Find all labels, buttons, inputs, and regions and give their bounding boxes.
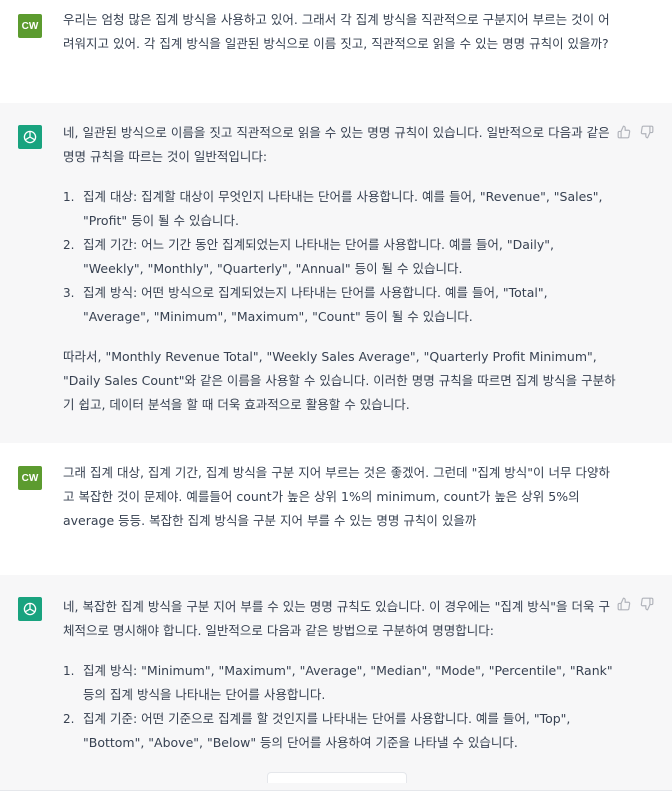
message-text: 우리는 엄청 많은 집계 방식을 사용하고 있어. 그래서 각 집계 방식을 직… bbox=[63, 8, 618, 56]
thumbs-down-icon[interactable] bbox=[640, 597, 654, 611]
message-text: 네, 복잡한 집계 방식을 구분 지어 부를 수 있는 명명 규칙도 있습니다.… bbox=[63, 595, 618, 755]
message-text: 네, 일관된 방식으로 이름을 짓고 직관적으로 읽을 수 있는 명명 규칙이 … bbox=[63, 121, 618, 417]
message-assistant-1: 네, 일관된 방식으로 이름을 짓고 직관적으로 읽을 수 있는 명명 규칙이 … bbox=[0, 103, 672, 444]
message-assistant-2: 네, 복잡한 집계 방식을 구분 지어 부를 수 있는 명명 규칙도 있습니다.… bbox=[0, 575, 672, 791]
intro-paragraph: 네, 일관된 방식으로 이름을 짓고 직관적으로 읽을 수 있는 명명 규칙이 … bbox=[63, 125, 610, 164]
message-user-2: CW 그래 집계 대상, 집계 기간, 집계 방식을 구분 지어 부르는 것은 … bbox=[0, 443, 672, 576]
user-avatar: CW bbox=[18, 14, 42, 38]
numbered-list: 1. 집계 대상: 집계할 대상이 무엇인지 나타내는 단어를 사용합니다. 예를… bbox=[63, 185, 618, 329]
list-item: 2. 집계 기준: 어떤 기준으로 집계를 할 것인지를 나타내는 단어를 사용합… bbox=[63, 711, 571, 750]
thumbs-down-icon[interactable] bbox=[640, 125, 654, 139]
message-paragraph: 우리는 엄청 많은 집계 방식을 사용하고 있어. 그래서 각 집계 방식을 직… bbox=[63, 12, 610, 51]
message-text: 그래 집계 대상, 집계 기간, 집계 방식을 구분 지어 부르는 것은 좋겠어… bbox=[63, 461, 618, 533]
list-item: 3. 집계 방식: 어떤 방식으로 집계되었는지 나타내는 단어를 사용합니다. … bbox=[63, 285, 548, 324]
message-paragraph: 그래 집계 대상, 집계 기간, 집계 방식을 구분 지어 부르는 것은 좋겠어… bbox=[63, 465, 610, 528]
thumbs-up-icon[interactable] bbox=[617, 125, 631, 139]
feedback-buttons bbox=[617, 597, 654, 611]
user-avatar: CW bbox=[18, 466, 42, 490]
feedback-buttons bbox=[617, 125, 654, 139]
thumbs-up-icon[interactable] bbox=[617, 597, 631, 611]
message-user-1: CW 우리는 엄청 많은 집계 방식을 사용하고 있어. 그래서 각 집계 방식… bbox=[0, 0, 672, 104]
list-item: 1. 집계 대상: 집계할 대상이 무엇인지 나타내는 단어를 사용합니다. 예를… bbox=[63, 189, 603, 228]
list-item: 2. 집계 기간: 어느 기간 동안 집계되었는지 나타내는 단어를 사용합니다.… bbox=[63, 237, 554, 276]
outro-paragraph: 따라서, "Monthly Revenue Total", "Weekly Sa… bbox=[63, 349, 616, 412]
numbered-list: 1. 집계 방식: "Minimum", "Maximum", "Average"… bbox=[63, 659, 618, 755]
openai-logo-icon bbox=[18, 125, 42, 149]
intro-paragraph: 네, 복잡한 집계 방식을 구분 지어 부를 수 있는 명명 규칙도 있습니다.… bbox=[63, 599, 610, 638]
bottom-panel-edge bbox=[267, 772, 407, 783]
openai-logo-icon bbox=[18, 597, 42, 621]
list-item: 1. 집계 방식: "Minimum", "Maximum", "Average"… bbox=[63, 663, 613, 702]
